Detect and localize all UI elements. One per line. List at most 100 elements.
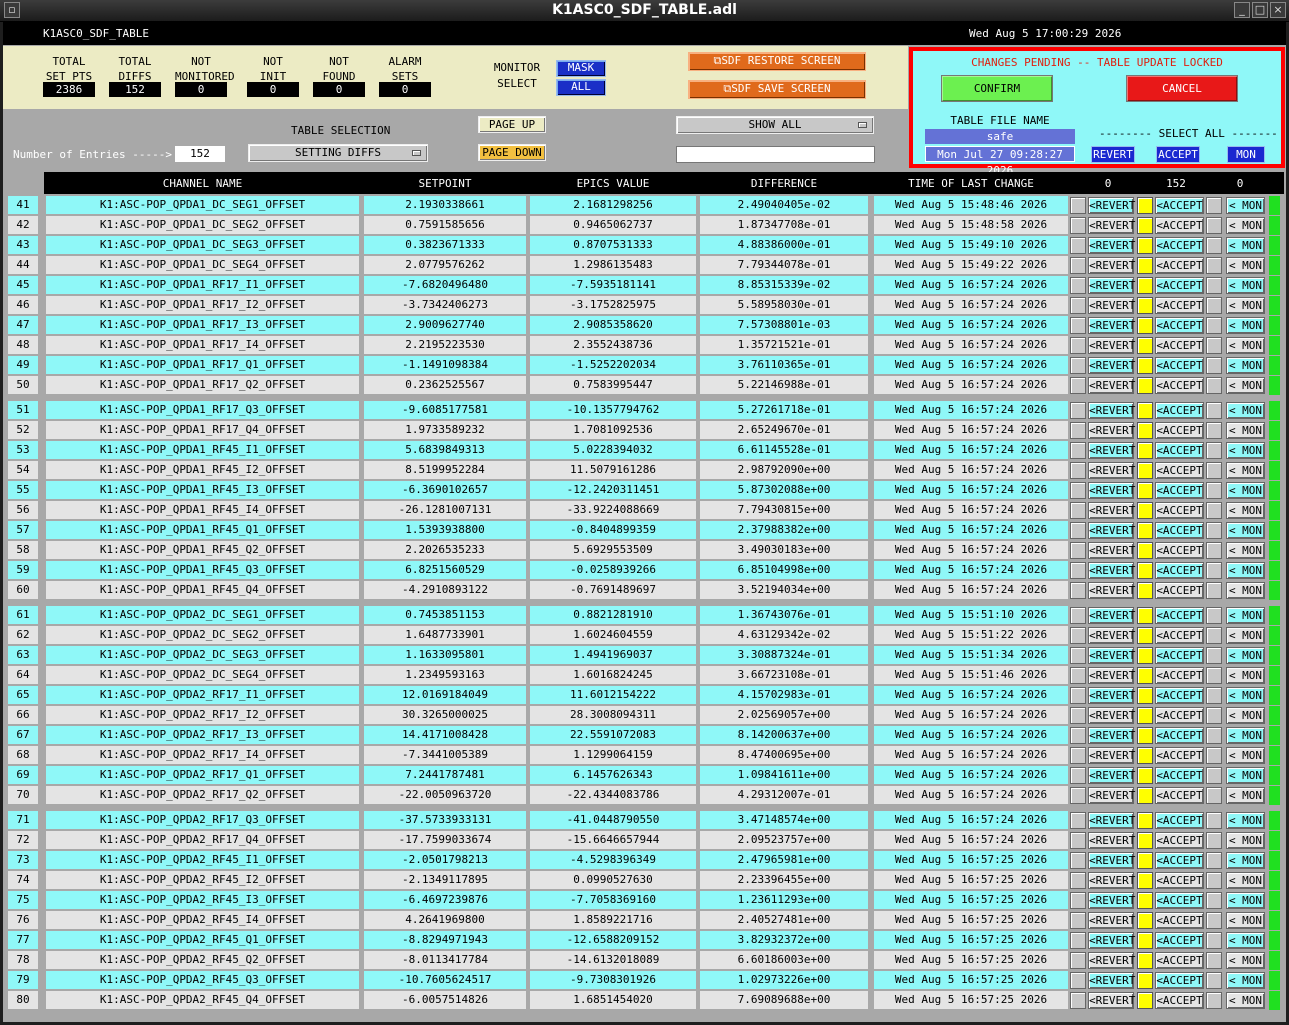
accept-button[interactable]: <ACCEPT [1155,442,1204,459]
mon-button[interactable]: < MON [1226,912,1265,929]
revert-button[interactable]: <REVERT [1088,932,1135,949]
accept-checkbox[interactable] [1137,317,1153,334]
mon-button[interactable]: < MON [1226,852,1265,869]
revert-checkbox[interactable] [1070,197,1086,214]
revert-button[interactable]: <REVERT [1088,707,1135,724]
show-filter-menu[interactable]: SHOW ALL [676,116,874,134]
accept-checkbox[interactable] [1137,562,1153,579]
mon-checkbox[interactable] [1206,667,1222,684]
accept-checkbox[interactable] [1137,852,1153,869]
accept-button[interactable]: <ACCEPT [1155,542,1204,559]
mon-checkbox[interactable] [1206,502,1222,519]
mon-checkbox[interactable] [1206,462,1222,479]
revert-checkbox[interactable] [1070,832,1086,849]
revert-button[interactable]: <REVERT [1088,972,1135,989]
mon-checkbox[interactable] [1206,727,1222,744]
accept-button[interactable]: <ACCEPT [1155,892,1204,909]
mon-button[interactable]: < MON [1226,687,1265,704]
revert-button[interactable]: <REVERT [1088,402,1135,419]
mon-checkbox[interactable] [1206,832,1222,849]
accept-button[interactable]: <ACCEPT [1155,832,1204,849]
accept-checkbox[interactable] [1137,377,1153,394]
revert-button[interactable]: <REVERT [1088,197,1135,214]
revert-button[interactable]: <REVERT [1088,667,1135,684]
accept-checkbox[interactable] [1137,787,1153,804]
accept-checkbox[interactable] [1137,832,1153,849]
accept-button[interactable]: <ACCEPT [1155,727,1204,744]
mon-checkbox[interactable] [1206,747,1222,764]
accept-checkbox[interactable] [1137,582,1153,599]
mon-checkbox[interactable] [1206,992,1222,1009]
revert-button[interactable]: <REVERT [1088,892,1135,909]
accept-button[interactable]: <ACCEPT [1155,767,1204,784]
accept-button[interactable]: <ACCEPT [1155,197,1204,214]
revert-button[interactable]: <REVERT [1088,952,1135,969]
mon-checkbox[interactable] [1206,647,1222,664]
mon-button[interactable]: < MON [1226,787,1265,804]
accept-checkbox[interactable] [1137,872,1153,889]
mon-button[interactable]: < MON [1226,237,1265,254]
revert-button[interactable]: <REVERT [1088,237,1135,254]
accept-button[interactable]: <ACCEPT [1155,932,1204,949]
mon-button[interactable]: < MON [1226,442,1265,459]
revert-button[interactable]: <REVERT [1088,357,1135,374]
mon-button[interactable]: < MON [1226,892,1265,909]
revert-button[interactable]: <REVERT [1088,832,1135,849]
mon-button[interactable]: < MON [1226,297,1265,314]
accept-checkbox[interactable] [1137,357,1153,374]
mon-button[interactable]: < MON [1226,627,1265,644]
accept-button[interactable]: <ACCEPT [1155,237,1204,254]
mon-button[interactable]: < MON [1226,257,1265,274]
revert-checkbox[interactable] [1070,542,1086,559]
mon-checkbox[interactable] [1206,442,1222,459]
mon-button[interactable]: < MON [1226,952,1265,969]
accept-button[interactable]: <ACCEPT [1155,217,1204,234]
revert-button[interactable]: <REVERT [1088,812,1135,829]
revert-checkbox[interactable] [1070,872,1086,889]
accept-checkbox[interactable] [1137,647,1153,664]
accept-checkbox[interactable] [1137,442,1153,459]
revert-checkbox[interactable] [1070,317,1086,334]
accept-checkbox[interactable] [1137,992,1153,1009]
revert-button[interactable]: <REVERT [1088,607,1135,624]
mon-checkbox[interactable] [1206,562,1222,579]
accept-button[interactable]: <ACCEPT [1155,647,1204,664]
accept-checkbox[interactable] [1137,892,1153,909]
revert-checkbox[interactable] [1070,442,1086,459]
revert-button[interactable]: <REVERT [1088,217,1135,234]
mon-checkbox[interactable] [1206,952,1222,969]
mon-checkbox[interactable] [1206,687,1222,704]
mon-button[interactable]: < MON [1226,932,1265,949]
accept-checkbox[interactable] [1137,932,1153,949]
mon-checkbox[interactable] [1206,297,1222,314]
accept-checkbox[interactable] [1137,912,1153,929]
accept-checkbox[interactable] [1137,727,1153,744]
revert-button[interactable]: <REVERT [1088,562,1135,579]
accept-all-button[interactable]: ACCEPT [1156,146,1200,163]
mon-button[interactable]: < MON [1226,747,1265,764]
mon-checkbox[interactable] [1206,482,1222,499]
mon-checkbox[interactable] [1206,787,1222,804]
revert-checkbox[interactable] [1070,707,1086,724]
mon-checkbox[interactable] [1206,377,1222,394]
accept-button[interactable]: <ACCEPT [1155,872,1204,889]
accept-button[interactable]: <ACCEPT [1155,687,1204,704]
mon-button[interactable]: < MON [1226,667,1265,684]
accept-checkbox[interactable] [1137,237,1153,254]
table-selection-menu[interactable]: SETTING DIFFS [248,144,428,162]
accept-checkbox[interactable] [1137,952,1153,969]
revert-checkbox[interactable] [1070,462,1086,479]
page-up-button[interactable]: PAGE UP [478,116,546,133]
revert-button[interactable]: <REVERT [1088,277,1135,294]
accept-button[interactable]: <ACCEPT [1155,562,1204,579]
revert-checkbox[interactable] [1070,767,1086,784]
revert-checkbox[interactable] [1070,502,1086,519]
accept-button[interactable]: <ACCEPT [1155,422,1204,439]
accept-button[interactable]: <ACCEPT [1155,317,1204,334]
accept-button[interactable]: <ACCEPT [1155,707,1204,724]
mon-checkbox[interactable] [1206,542,1222,559]
mon-button[interactable]: < MON [1226,317,1265,334]
mon-button[interactable]: < MON [1226,422,1265,439]
cancel-button[interactable]: CANCEL [1126,75,1238,102]
mon-button[interactable]: < MON [1226,562,1265,579]
